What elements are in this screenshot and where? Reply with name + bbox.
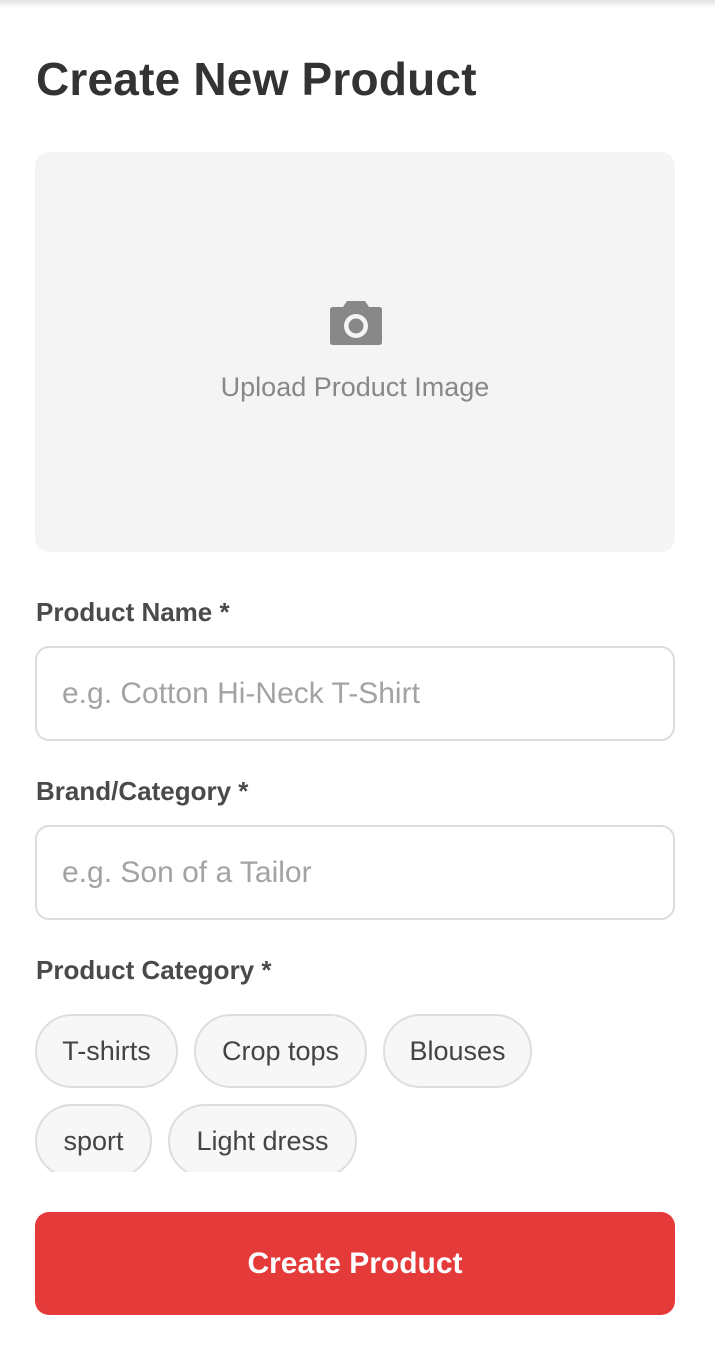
product-category-label: Product Category *: [36, 955, 272, 985]
brand-category-input[interactable]: [35, 825, 675, 920]
image-upload-area[interactable]: [35, 152, 675, 552]
brand-category-label: Brand/Category *: [36, 776, 249, 806]
category-chip-sport[interactable]: sport: [35, 1104, 152, 1172]
product-name-input[interactable]: [35, 646, 675, 741]
category-chip-light-dress[interactable]: Light dress: [168, 1104, 357, 1172]
top-bar-shadow: [0, 0, 715, 8]
category-chip-crop-tops[interactable]: Crop tops: [194, 1014, 367, 1088]
product-name-label: Product Name *: [36, 597, 230, 627]
create-product-page: Create New Product Upload Product Image …: [0, 0, 715, 1361]
upload-image-label[interactable]: Upload Product Image: [35, 372, 675, 403]
category-chip-group: T-shirts Crop tops Blouses sport Light d…: [0, 1000, 715, 1172]
category-chip-tshirts[interactable]: T-shirts: [35, 1014, 178, 1088]
camera-icon[interactable]: [329, 298, 383, 346]
create-product-button[interactable]: Create Product: [35, 1212, 675, 1315]
category-chip-blouses[interactable]: Blouses: [383, 1014, 532, 1088]
page-title: Create New Product: [36, 53, 477, 105]
